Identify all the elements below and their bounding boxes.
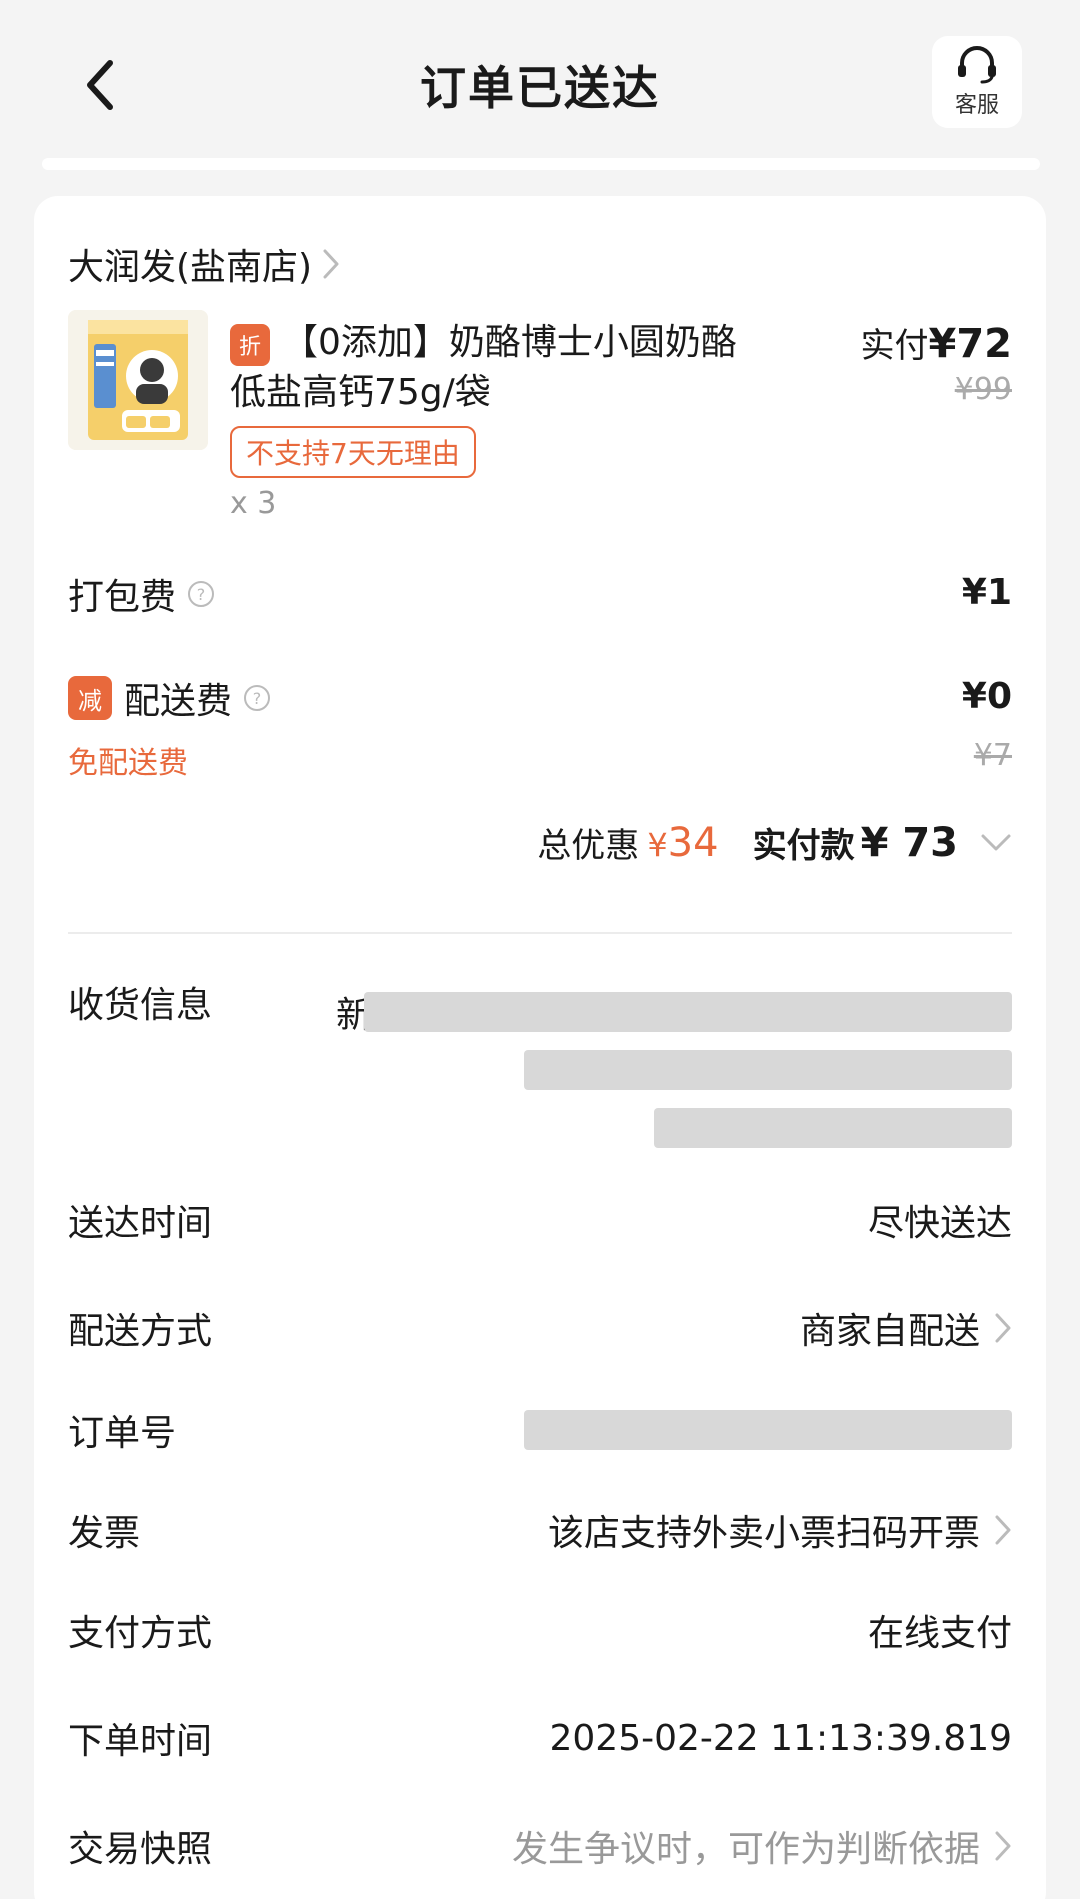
order-card: 大润发(盐南店) 【0添加】奶酪博士小圆奶酪低盐高钙75g/袋 折 实付¥72 … — [34, 196, 1046, 1899]
delivery-time-label: 送达时间 — [68, 1203, 213, 1244]
question-circle-icon[interactable]: ? — [186, 579, 216, 609]
delivery-fee-original: ¥7 — [973, 738, 1012, 773]
payment-row: 支付方式 在线支付 — [68, 1600, 1012, 1660]
payment-value: 在线支付 — [867, 1613, 1012, 1654]
delivery-time-row: 送达时间 尽快送达 — [68, 1190, 1012, 1250]
question-circle-icon[interactable]: ? — [242, 683, 272, 713]
address-redacted-line-2 — [524, 1050, 1012, 1090]
delivery-fee-value: ¥0 — [961, 676, 1012, 717]
total-discount-label: 总优惠 — [537, 826, 640, 866]
delivery-method-value: 商家自配送 — [799, 1311, 980, 1352]
total-paid-label: 实付款 — [752, 826, 855, 866]
product-original-price: ¥99 — [954, 372, 1012, 407]
product-quantity: x 3 — [230, 486, 277, 521]
payment-label: 支付方式 — [68, 1613, 213, 1654]
invoice-label: 发票 — [68, 1513, 141, 1554]
packing-fee-row: 打包费 ? — [68, 568, 1012, 620]
snapshot-value-wrap: 发生争议时，可作为判断依据 — [512, 1820, 1012, 1872]
address-label: 收货信息 — [68, 985, 213, 1026]
svg-text:?: ? — [253, 689, 262, 708]
return-policy-tag: 不支持7天无理由 — [230, 426, 476, 478]
paid-label: 实付 — [860, 326, 929, 366]
delivery-method-row[interactable]: 配送方式 商家自配送 — [68, 1298, 1012, 1358]
product-name[interactable]: 【0添加】奶酪博士小圆奶酪低盐高钙75g/袋 — [230, 318, 750, 418]
address-redacted-line-3 — [654, 1108, 1012, 1148]
headset-icon — [958, 46, 996, 84]
chevron-right-icon — [323, 249, 339, 279]
delivery-time-value: 尽快送达 — [867, 1203, 1012, 1244]
snapshot-row[interactable]: 交易快照 发生争议时，可作为判断依据 — [68, 1816, 1012, 1876]
svg-text:?: ? — [197, 585, 206, 604]
snapshot-value: 发生争议时，可作为判断依据 — [511, 1829, 980, 1870]
header-divider-strip — [42, 158, 1040, 170]
packing-fee-label: 打包费 — [68, 577, 177, 618]
invoice-value: 该店支持外卖小票扫码开票 — [547, 1513, 980, 1554]
discount-currency: ¥ — [647, 825, 668, 864]
header: 订单已送达 客服 — [0, 0, 1080, 170]
product-paid-price: 实付¥72 — [861, 318, 1013, 367]
store-link[interactable]: 大润发(盐南店) — [68, 238, 340, 290]
order-number-label: 订单号 — [68, 1413, 177, 1454]
paid-amount: ¥72 — [928, 321, 1013, 367]
invoice-value-wrap: 该店支持外卖小票扫码开票 — [548, 1504, 1012, 1556]
order-time-row: 下单时间 2025-02-22 11:13:39.819 — [68, 1708, 1012, 1768]
store-name: 大润发(盐南店) — [68, 247, 313, 288]
order-number-redacted — [524, 1410, 1012, 1450]
order-time-value: 2025-02-22 11:13:39.819 — [549, 1717, 1013, 1759]
cheese-package-illustration — [68, 310, 208, 450]
reduce-tag: 减 — [68, 676, 112, 720]
customer-service-label: 客服 — [954, 93, 999, 118]
totals-row[interactable]: 总优惠 ¥34 实付款 ¥ 73 — [537, 818, 1012, 867]
delivery-method-label: 配送方式 — [68, 1311, 213, 1352]
delivery-fee-row: 减 配送费 ? — [68, 672, 1012, 724]
free-delivery-text: 免配送费 — [68, 746, 188, 781]
total-paid-amount: ¥ 73 — [860, 819, 958, 866]
page-title: 订单已送达 — [420, 61, 660, 115]
chevron-right-icon — [995, 1515, 1011, 1545]
delivery-fee-label: 配送费 — [124, 681, 233, 722]
address-redacted-line-1 — [364, 992, 1012, 1032]
snapshot-label: 交易快照 — [68, 1829, 213, 1870]
delivery-method-value-wrap: 商家自配送 — [800, 1302, 1012, 1354]
discount-value: 34 — [667, 819, 719, 866]
invoice-row[interactable]: 发票 该店支持外卖小票扫码开票 — [68, 1500, 1012, 1560]
divider — [68, 932, 1012, 934]
chevron-down-icon[interactable] — [980, 833, 1012, 853]
packing-fee-value: ¥1 — [961, 572, 1012, 613]
discount-tag: 折 — [230, 324, 270, 366]
product-image[interactable] — [68, 310, 208, 450]
total-discount-amount: ¥34 — [647, 820, 718, 866]
chevron-right-icon — [995, 1313, 1011, 1343]
customer-service-button[interactable]: 客服 — [932, 36, 1022, 128]
order-time-label: 下单时间 — [68, 1721, 213, 1762]
chevron-right-icon — [995, 1831, 1011, 1861]
